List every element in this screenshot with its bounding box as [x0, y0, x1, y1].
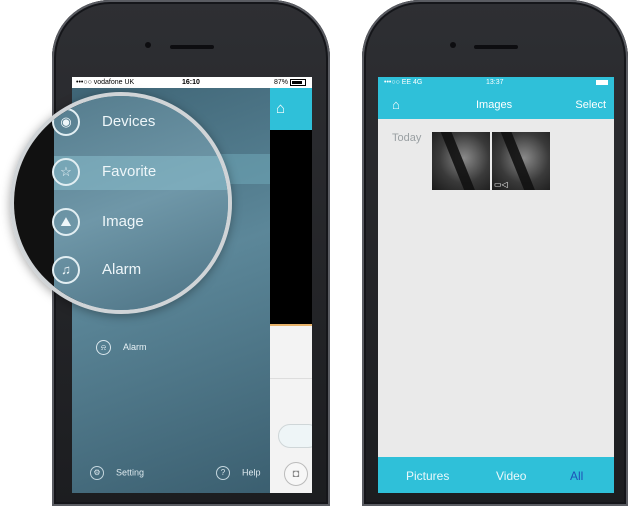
page-title: Images — [476, 99, 513, 111]
magnifier-zoom-overlay: ◉ Devices ☆ Favorite ⛰ Image ♫ Alarm — [10, 92, 232, 314]
speaker-grille — [170, 45, 214, 49]
drawer-item-devices-label: Devices — [102, 112, 156, 130]
drawer-item-alarm[interactable]: ⍾ Alarm — [96, 340, 147, 355]
tab-all[interactable]: All — [570, 469, 583, 483]
front-camera — [450, 42, 456, 48]
home-icon[interactable]: ⌂ — [276, 100, 285, 117]
media-filter-tabs: Pictures Video All — [378, 457, 614, 493]
clock: 13:37 — [486, 79, 504, 86]
help-icon: ? — [216, 466, 230, 480]
battery-indicator — [596, 79, 608, 86]
camera-icon: ◉ — [52, 108, 80, 136]
help-label: Help — [242, 467, 261, 478]
speaker-grille — [474, 45, 518, 49]
home-icon[interactable]: ⌂ — [392, 97, 400, 112]
front-camera — [145, 42, 151, 48]
carrier-label: •••○○ vodafone UK — [76, 79, 135, 86]
images-header: •••○○ EE 4G 13:37 ⌂ Images Select — [378, 77, 614, 119]
drawer-item-image-label: Image — [102, 212, 144, 230]
drawer-item-image[interactable]: ⛰ Image — [52, 208, 144, 236]
battery-percent: 87% — [273, 79, 288, 86]
select-button[interactable]: Select — [575, 99, 606, 111]
video-camera-icon: ▭◁ — [494, 180, 508, 189]
drawer-item-alarm-zoomed[interactable]: ♫ Alarm — [52, 256, 141, 284]
battery-icon — [290, 78, 306, 86]
status-bar: •••○○ vodafone UK 16:10 87% — [72, 77, 312, 88]
bell-icon: ♫ — [52, 256, 80, 284]
drawer-item-devices[interactable]: ◉ Devices — [52, 108, 155, 136]
status-bar: •••○○ EE 4G 13:37 — [378, 79, 614, 89]
battery-indicator: 87% — [274, 77, 306, 88]
carrier-label: •••○○ EE 4G — [384, 79, 423, 86]
main-header: ⌂ — [270, 88, 312, 130]
date-section-label: Today — [392, 132, 422, 144]
video-thumbnail[interactable]: ▭◁ — [492, 132, 550, 190]
control-button[interactable] — [278, 424, 312, 448]
camera-icon[interactable]: ◘ — [284, 462, 308, 486]
clock: 16:10 — [182, 79, 200, 86]
help-button[interactable]: ? Help — [216, 466, 261, 480]
image-thumbnail[interactable] — [432, 132, 490, 190]
drawer-item-favorite-label: Favorite — [102, 162, 157, 180]
tab-video[interactable]: Video — [496, 469, 526, 483]
divider — [270, 378, 312, 379]
drawer-item-favorite[interactable]: ☆ Favorite — [52, 158, 156, 186]
star-icon: ☆ — [52, 158, 80, 186]
battery-icon — [596, 79, 608, 85]
image-icon: ⛰ — [52, 208, 80, 236]
right-screen: •••○○ EE 4G 13:37 ⌂ Images Select Today … — [378, 77, 614, 493]
drawer-item-alarm-label: Alarm — [102, 260, 142, 278]
gear-icon: ⚙ — [90, 466, 104, 480]
tab-pictures[interactable]: Pictures — [406, 469, 449, 483]
setting-label: Setting — [116, 467, 145, 478]
drawer-item-alarm-label: Alarm — [123, 341, 147, 352]
setting-button[interactable]: ⚙ Setting — [90, 466, 144, 480]
bell-icon: ⍾ — [96, 340, 111, 355]
main-page-edge: ⌂ ◘ — [270, 88, 312, 493]
